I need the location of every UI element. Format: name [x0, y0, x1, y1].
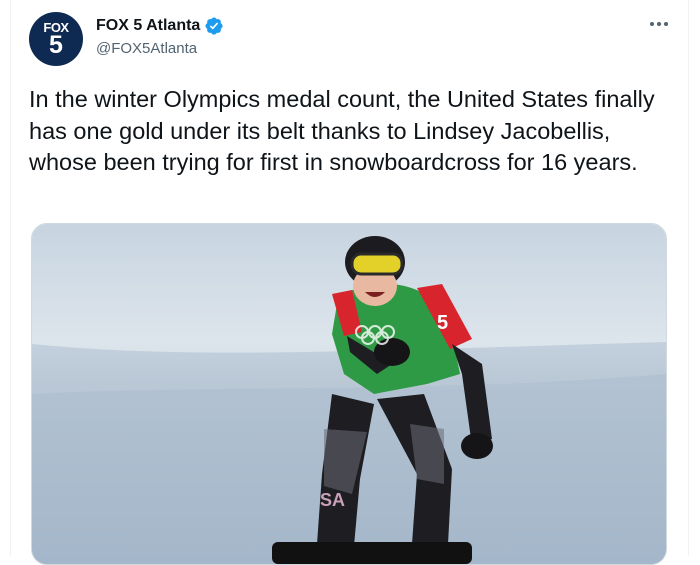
tweet-photo[interactable]: 5 SA [31, 223, 667, 565]
handle[interactable]: @FOX5Atlanta [96, 40, 197, 57]
bib-number: 5 [437, 312, 448, 334]
leg-text: SA [320, 490, 345, 510]
name-row: FOX 5 Atlanta [96, 16, 224, 36]
tweet-card: FOX 5 FOX 5 Atlanta @FOX5Atlanta In the … [10, 0, 689, 565]
avatar-logo-number: 5 [49, 31, 63, 59]
photo-illustration: 5 SA [32, 224, 666, 564]
more-icon[interactable] [645, 14, 673, 34]
display-name[interactable]: FOX 5 Atlanta [96, 17, 200, 35]
verified-icon [205, 17, 223, 35]
avatar[interactable]: FOX 5 [29, 12, 83, 66]
tweet-text: In the winter Olympics medal count, the … [29, 86, 655, 175]
